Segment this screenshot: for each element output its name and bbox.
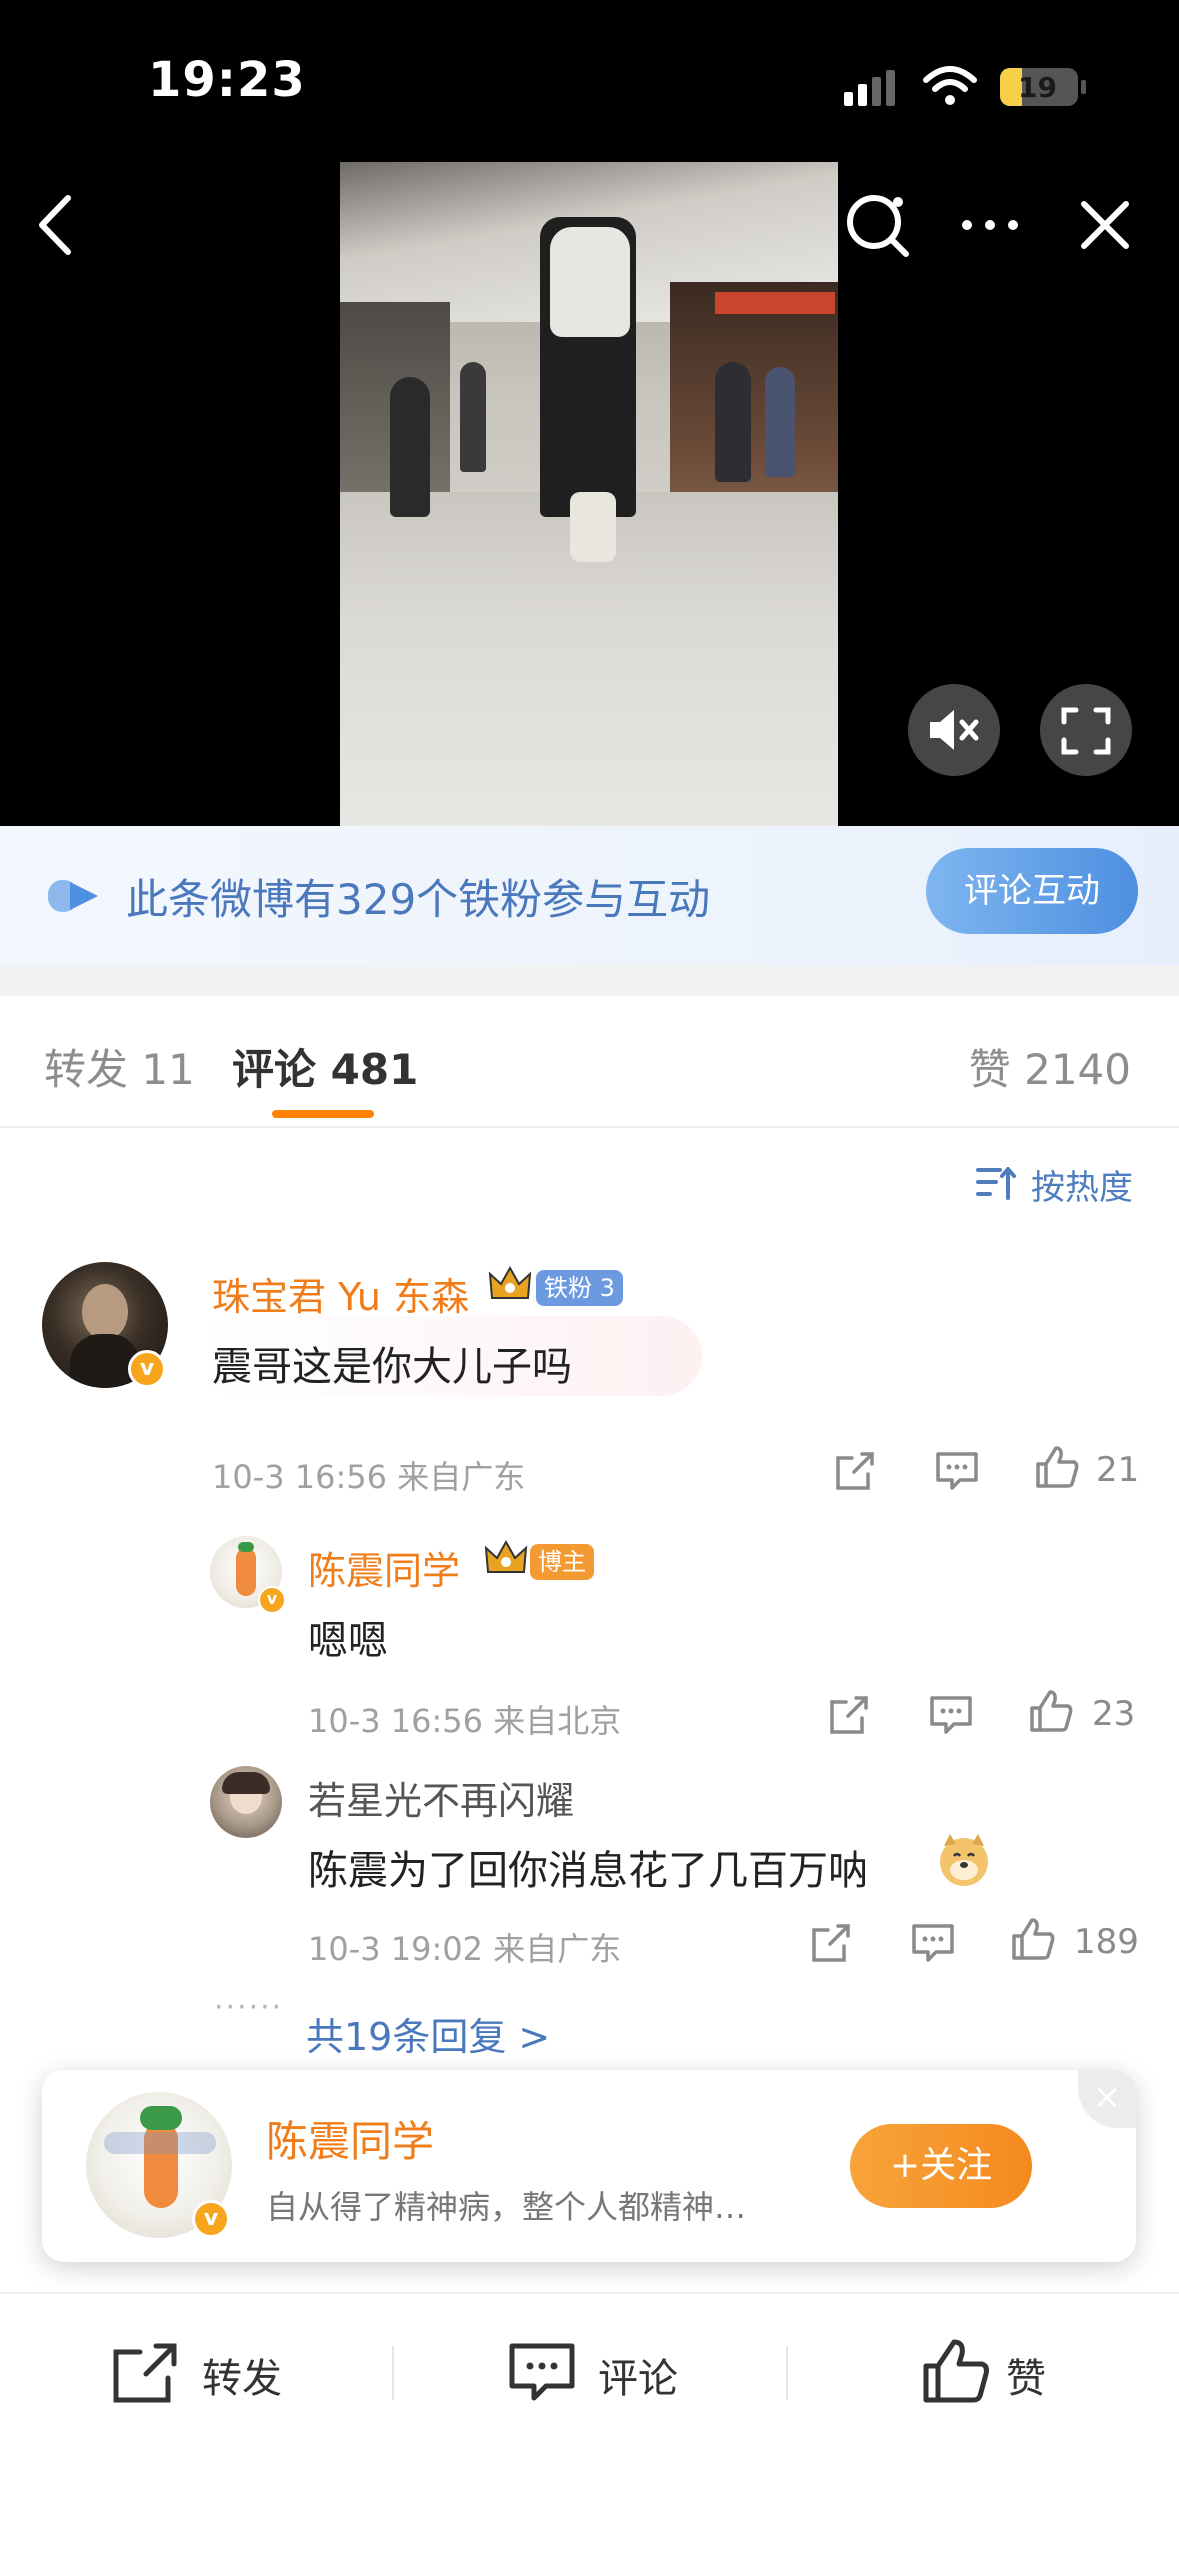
avatar[interactable]	[210, 1766, 282, 1838]
like-count: 23	[1092, 1694, 1136, 1734]
like-icon[interactable]	[1010, 1916, 1056, 1962]
verified-badge-icon: v	[192, 2200, 230, 2238]
speaker-muted-icon	[930, 710, 979, 750]
active-tab-indicator	[272, 1110, 374, 1118]
comment-interact-button[interactable]: 评论互动	[926, 848, 1138, 934]
share-icon[interactable]	[826, 1692, 872, 1738]
reply-text: 嗯嗯	[308, 1618, 388, 1664]
fullscreen-button[interactable]	[1040, 684, 1132, 776]
reply-icon[interactable]	[934, 1448, 980, 1494]
card-username[interactable]: 陈震同学	[266, 2108, 434, 2169]
doge-emoji-icon	[940, 1834, 988, 1886]
like-count: 21	[1096, 1450, 1140, 1490]
reply-meta: 10-3 19:02 来自广东	[308, 1930, 622, 1968]
verified-badge-icon: v	[128, 1350, 166, 1388]
sort-by-hot-button[interactable]: 按热度	[1031, 1160, 1133, 1209]
comment-label: 评论	[598, 2356, 678, 2402]
divider	[786, 2346, 788, 2400]
status-time: 19:23	[148, 52, 306, 108]
bottom-action-bar: 转发 评论 赞	[0, 2292, 1179, 2556]
repost-button[interactable]: 转发	[112, 2330, 312, 2410]
follow-button[interactable]: +关注	[850, 2124, 1032, 2208]
battery-level: 19	[1018, 71, 1057, 104]
mute-button[interactable]	[908, 684, 1000, 776]
close-icon[interactable]: ×	[1078, 2070, 1136, 2128]
video-area: 19:23 19	[0, 0, 1179, 826]
fan-interaction-banner: 此条微博有329个铁粉参与互动 评论互动	[0, 826, 1179, 966]
like-count: 189	[1074, 1922, 1139, 1962]
author-badge: 博主	[530, 1544, 594, 1580]
crown-icon	[488, 1265, 532, 1299]
reply-username[interactable]: 若星光不再闪耀	[308, 1770, 574, 1825]
close-icon[interactable]	[1070, 190, 1140, 260]
tab-repost[interactable]: 转发 11	[44, 1036, 195, 1097]
tab-like[interactable]: 赞 2140	[969, 1036, 1131, 1097]
crown-icon	[484, 1539, 528, 1573]
fullscreen-icon	[1061, 707, 1111, 755]
fan-interaction-text: 此条微博有329个铁粉参与互动	[126, 875, 711, 924]
back-icon[interactable]	[30, 190, 78, 260]
reply-icon[interactable]	[928, 1692, 974, 1738]
share-icon[interactable]	[832, 1448, 878, 1494]
fan-level-badge: 铁粉 3	[536, 1270, 623, 1306]
fan-icon	[48, 880, 98, 912]
divider	[0, 966, 1179, 996]
comment-username[interactable]: 珠宝君 Yu 东森	[212, 1266, 469, 1321]
like-label: 赞	[1006, 2356, 1046, 2402]
card-bio: 自从得了精神病，整个人都精神…	[266, 2188, 747, 2226]
repost-icon	[113, 2343, 177, 2403]
battery-icon: 19	[1000, 68, 1086, 106]
view-more-replies-link[interactable]: 共19条回复 >	[306, 2006, 550, 2061]
search-icon[interactable]	[842, 190, 912, 260]
verified-badge-icon: v	[258, 1586, 286, 1614]
comment-meta: 10-3 16:56 来自广东	[212, 1458, 526, 1496]
reply-username[interactable]: 陈震同学	[308, 1540, 460, 1595]
divider	[392, 2346, 394, 2400]
tab-bar: 转发 11 评论 481 赞 2140	[0, 996, 1179, 1128]
repost-label: 转发	[202, 2356, 282, 2402]
reply-meta: 10-3 16:56 来自北京	[308, 1702, 622, 1740]
comment-icon	[509, 2343, 575, 2401]
like-button[interactable]: 赞	[922, 2330, 1082, 2410]
wifi-icon	[923, 66, 977, 105]
tab-comment[interactable]: 评论 481	[232, 1036, 418, 1097]
video-player[interactable]	[340, 162, 838, 826]
more-icon[interactable]	[955, 200, 1025, 250]
comment-button[interactable]: 评论	[508, 2330, 708, 2410]
like-icon[interactable]	[1028, 1688, 1074, 1734]
like-icon[interactable]	[1034, 1444, 1080, 1490]
reply-text: 陈震为了回你消息花了几百万呐	[308, 1848, 868, 1894]
share-icon[interactable]	[808, 1920, 854, 1966]
signal-icon	[844, 70, 895, 106]
reply-icon[interactable]	[910, 1920, 956, 1966]
comment-text: 震哥这是你大儿子吗	[212, 1344, 572, 1390]
follow-suggestion-card: × v 陈震同学 自从得了精神病，整个人都精神… +关注	[42, 2070, 1136, 2262]
reply-thread-dots: ······	[214, 1990, 284, 2025]
sort-icon	[976, 1167, 1016, 1200]
like-icon	[923, 2339, 989, 2403]
